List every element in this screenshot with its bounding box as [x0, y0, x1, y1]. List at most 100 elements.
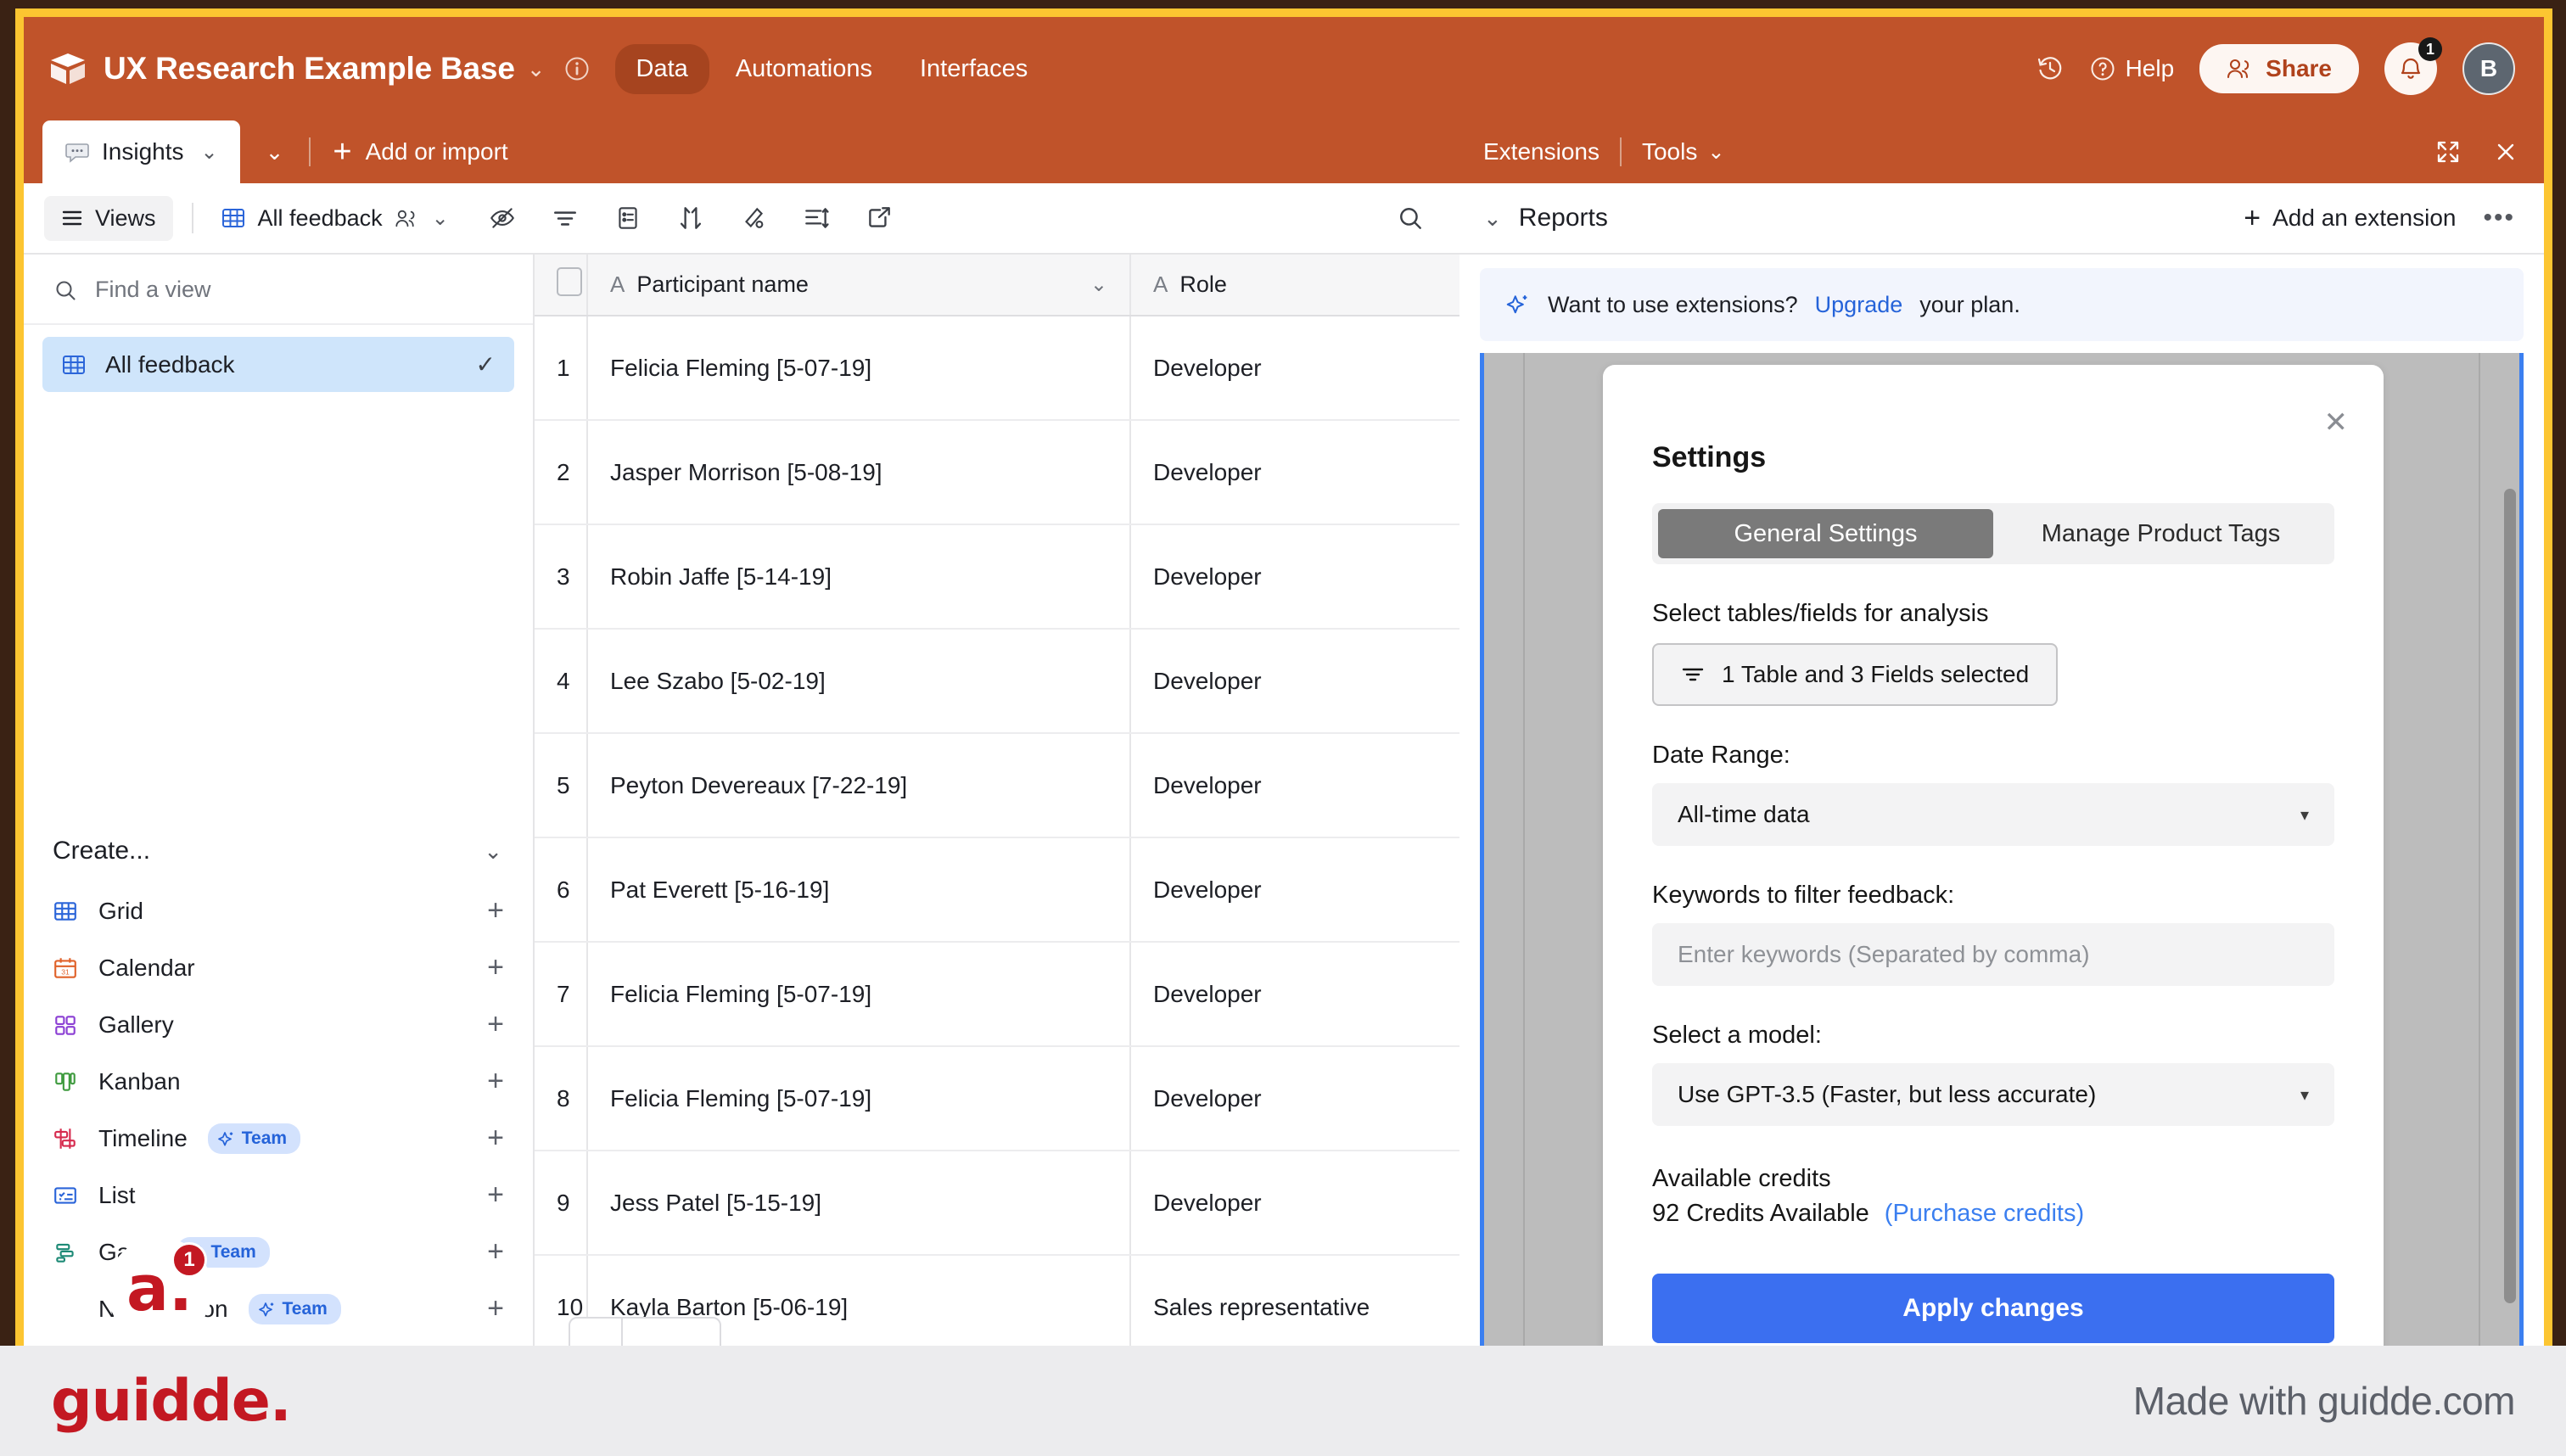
tools-menu[interactable]: Tools ⌄	[1642, 138, 1724, 165]
create-item-gallery[interactable]: Gallery +	[24, 996, 533, 1053]
record-pagination-control[interactable]	[569, 1317, 721, 1346]
cell-role[interactable]: Developer	[1130, 420, 1459, 525]
table-row[interactable]: 5 Peyton Devereaux [7-22-19] Developer T…	[535, 733, 1459, 838]
plus-icon[interactable]: +	[487, 1122, 504, 1155]
create-section-header[interactable]: Create... ⌄	[24, 813, 533, 882]
column-header-participant-name[interactable]: A Participant name ⌄	[587, 255, 1131, 316]
cell-participant-name[interactable]: Felicia Fleming [5-07-19]	[587, 316, 1131, 421]
cell-role[interactable]: Developer	[1130, 942, 1459, 1047]
tab-interfaces[interactable]: Interfaces	[899, 44, 1049, 94]
available-credits-row: 92 Credits Available (Purchase credits)	[1652, 1200, 2334, 1228]
cell-participant-name[interactable]: Robin Jaffe [5-14-19]	[587, 524, 1131, 630]
add-extension-button[interactable]: + Add an extension	[2244, 202, 2456, 235]
cell-role[interactable]: Developer	[1130, 1046, 1459, 1151]
table-row[interactable]: 2 Jasper Morrison [5-08-19] Developer I'…	[535, 420, 1459, 525]
keywords-input[interactable]	[1678, 941, 2309, 968]
color-icon[interactable]	[722, 191, 785, 245]
purchase-credits-link[interactable]: (Purchase credits)	[1885, 1200, 2084, 1228]
history-clock-icon[interactable]	[2036, 54, 2065, 83]
table-tab-insights[interactable]: Insights ⌄	[42, 120, 240, 183]
info-circle-icon[interactable]	[564, 56, 590, 81]
row-height-icon[interactable]	[785, 191, 848, 245]
table-row[interactable]: 9 Jess Patel [5-15-19] Developer I've St…	[535, 1151, 1459, 1256]
cell-participant-name[interactable]: Lee Szabo [5-02-19]	[587, 629, 1131, 734]
select-all-checkbox[interactable]	[557, 267, 582, 296]
ellipsis-icon[interactable]: •••	[2483, 204, 2515, 232]
table-row[interactable]: 8 Felicia Fleming [5-07-19] Developer As…	[535, 1046, 1459, 1151]
cell-role[interactable]: Developer	[1130, 629, 1459, 734]
extension-scrollbar[interactable]	[2504, 489, 2516, 1303]
current-view-chip[interactable]: All feedback ⌄	[212, 199, 457, 238]
create-item-new-section[interactable]: New section Team +	[24, 1280, 533, 1337]
plus-icon[interactable]: +	[487, 1235, 504, 1268]
table-tab-chevron-down-icon[interactable]: ⌄	[201, 140, 218, 165]
create-item-label: Calendar	[98, 954, 195, 981]
plus-icon[interactable]: +	[487, 1179, 504, 1212]
plus-icon[interactable]: +	[487, 1292, 504, 1325]
cell-role[interactable]: Developer	[1130, 1151, 1459, 1256]
plus-icon[interactable]: +	[487, 1065, 504, 1098]
plus-icon[interactable]: +	[487, 1008, 504, 1041]
avatar[interactable]: B	[2462, 42, 2515, 95]
table-row[interactable]: 3 Robin Jaffe [5-14-19] Developer I'm St…	[535, 524, 1459, 630]
tab-automations[interactable]: Automations	[714, 44, 894, 94]
find-view-input[interactable]	[95, 277, 506, 303]
model-select[interactable]: Use GPT-3.5 (Faster, but less accurate) …	[1652, 1063, 2334, 1126]
cell-role[interactable]: Developer	[1130, 316, 1459, 421]
help-button[interactable]: Help	[2090, 55, 2174, 82]
cell-participant-name[interactable]: Felicia Fleming [5-07-19]	[587, 1046, 1131, 1151]
expand-icon[interactable]	[2435, 139, 2461, 165]
cell-role[interactable]: Sales representative	[1130, 1255, 1459, 1346]
upgrade-link[interactable]: Upgrade	[1815, 292, 1903, 318]
create-item-timeline[interactable]: Timeline Team +	[24, 1110, 533, 1167]
select-all-header[interactable]	[535, 255, 588, 316]
table-row[interactable]: 6 Pat Everett [5-16-19] Developer For	[535, 837, 1459, 943]
table-row[interactable]: 7 Felicia Fleming [5-07-19] Developer I'…	[535, 942, 1459, 1047]
date-range-select[interactable]: All-time data ▾	[1652, 783, 2334, 846]
create-item-gantt[interactable]: Gantt Team +	[24, 1224, 533, 1280]
group-records-icon[interactable]	[597, 191, 659, 245]
cell-role[interactable]: Developer	[1130, 837, 1459, 943]
column-header-role[interactable]: A Role ⌄	[1130, 255, 1459, 316]
close-icon[interactable]	[2493, 139, 2518, 165]
cell-participant-name[interactable]: Felicia Fleming [5-07-19]	[587, 942, 1131, 1047]
plus-icon[interactable]: +	[487, 894, 504, 927]
close-x-icon[interactable]: ✕	[2324, 406, 2349, 440]
table-row[interactable]: 4 Lee Szabo [5-02-19] Developer Un I d	[535, 629, 1459, 734]
cell-role[interactable]: Developer	[1130, 733, 1459, 838]
section-chevron-down-icon[interactable]: ⌄	[1483, 205, 1502, 232]
tab-data[interactable]: Data	[614, 43, 709, 94]
base-menu-chevron-down-icon[interactable]: ⌄	[527, 56, 546, 82]
chevron-down-icon[interactable]: ⌄	[1090, 272, 1107, 297]
plus-icon[interactable]: +	[487, 951, 504, 984]
grid-pane: Views All feedback ⌄ Find a view All fee…	[24, 183, 1459, 1346]
add-or-import-button[interactable]: + Add or import	[311, 120, 529, 183]
cell-role[interactable]: Developer	[1130, 524, 1459, 630]
hide-fields-icon[interactable]	[471, 191, 534, 245]
filter-icon[interactable]	[534, 191, 597, 245]
view-chevron-down-icon[interactable]: ⌄	[432, 206, 449, 231]
apply-changes-button[interactable]: Apply changes	[1652, 1274, 2334, 1343]
chevron-down-icon[interactable]: ⌄	[484, 838, 502, 865]
select-tables-fields-button[interactable]: 1 Table and 3 Fields selected	[1652, 643, 2059, 706]
create-item-calendar[interactable]: 31 Calendar +	[24, 939, 533, 996]
cell-participant-name[interactable]: Jasper Morrison [5-08-19]	[587, 420, 1131, 525]
tab-general-settings[interactable]: General Settings	[1658, 509, 1993, 558]
sort-icon[interactable]	[659, 191, 722, 245]
cell-participant-name[interactable]: Jess Patel [5-15-19]	[587, 1151, 1131, 1256]
cell-participant-name[interactable]: Peyton Devereaux [7-22-19]	[587, 733, 1131, 838]
search-icon[interactable]	[1383, 191, 1437, 245]
share-button[interactable]: Share	[2199, 44, 2359, 93]
share-view-icon[interactable]	[848, 191, 910, 245]
tab-overflow-chevron-down-icon[interactable]: ⌄	[240, 120, 310, 183]
chevron-down-icon[interactable]: ⌄	[1707, 140, 1724, 165]
tab-manage-product-tags[interactable]: Manage Product Tags	[1993, 509, 2328, 558]
create-item-kanban[interactable]: Kanban +	[24, 1053, 533, 1110]
cell-participant-name[interactable]: Pat Everett [5-16-19]	[587, 837, 1131, 943]
views-button[interactable]: Views	[44, 195, 173, 241]
table-row[interactable]: 1 Felicia Fleming [5-07-19] Developer Th…	[535, 316, 1459, 421]
create-item-list[interactable]: List +	[24, 1167, 533, 1224]
notifications[interactable]: 1	[2384, 37, 2442, 95]
create-item-grid[interactable]: Grid +	[24, 882, 533, 939]
sidebar-item-all-feedback[interactable]: All feedback ✓	[42, 337, 514, 392]
